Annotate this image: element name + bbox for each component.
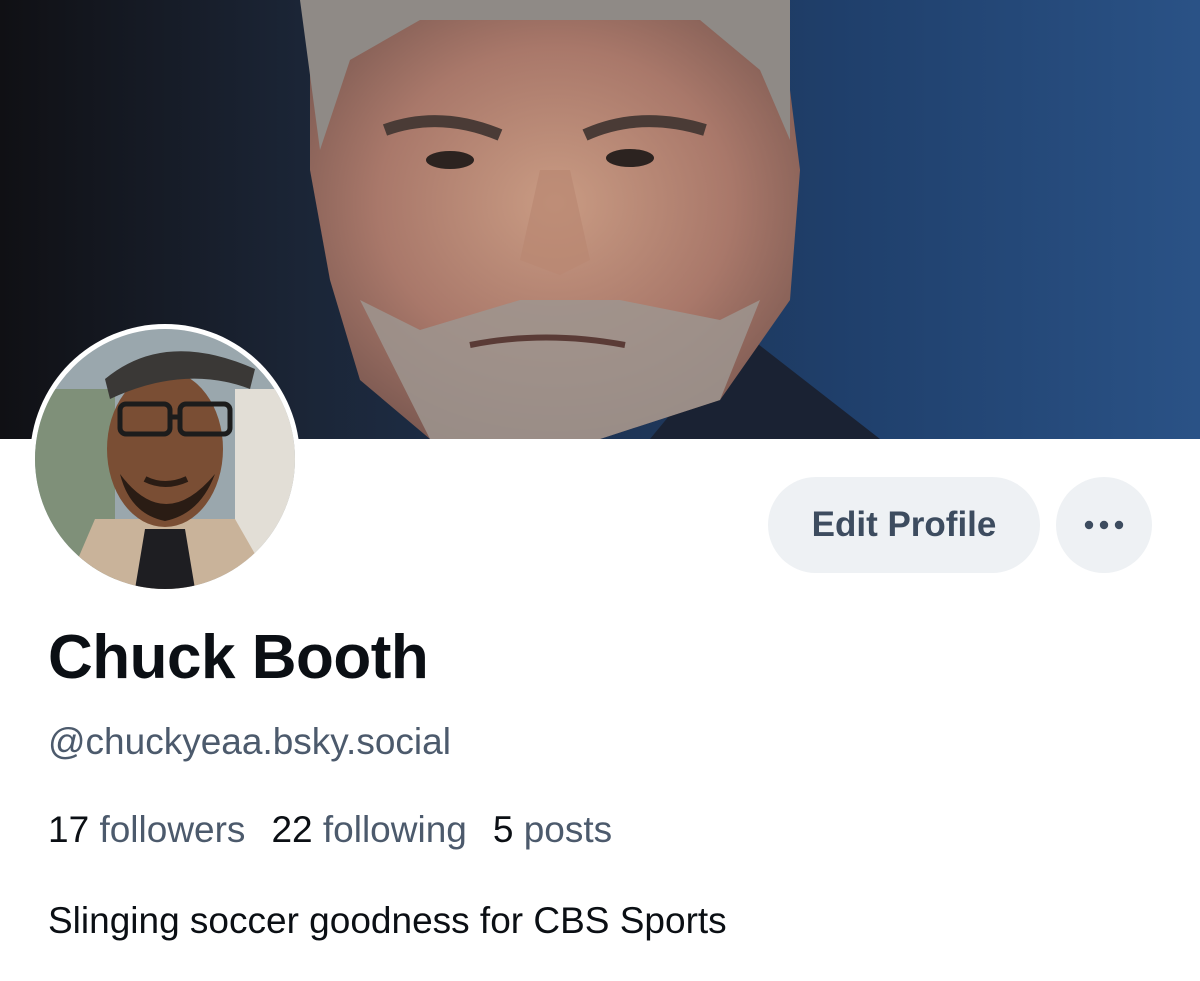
followers-count: 17	[48, 809, 90, 850]
followers-label: followers	[99, 809, 246, 850]
posts-stat: 5 posts	[493, 805, 612, 855]
following-stat[interactable]: 22 following	[271, 805, 466, 855]
edit-profile-button[interactable]: Edit Profile	[768, 477, 1040, 573]
more-options-button[interactable]	[1056, 477, 1152, 573]
posts-label: posts	[523, 809, 613, 850]
posts-count: 5	[492, 809, 514, 850]
profile-bio: Slinging soccer goodness for CBS Sports	[48, 900, 727, 941]
followers-stat[interactable]: 17 followers	[48, 805, 245, 855]
following-label: following	[322, 809, 467, 850]
following-count: 22	[271, 809, 313, 850]
avatar-photo	[35, 329, 295, 589]
edit-profile-label: Edit Profile	[811, 505, 997, 544]
profile-stats: 17 followers 22 following 5 posts	[48, 805, 638, 855]
profile-handle: @chuckyeaa.bsky.social	[48, 721, 451, 762]
display-name: Chuck Booth	[48, 623, 429, 692]
ellipsis-icon	[1084, 520, 1124, 530]
avatar[interactable]	[30, 324, 300, 594]
